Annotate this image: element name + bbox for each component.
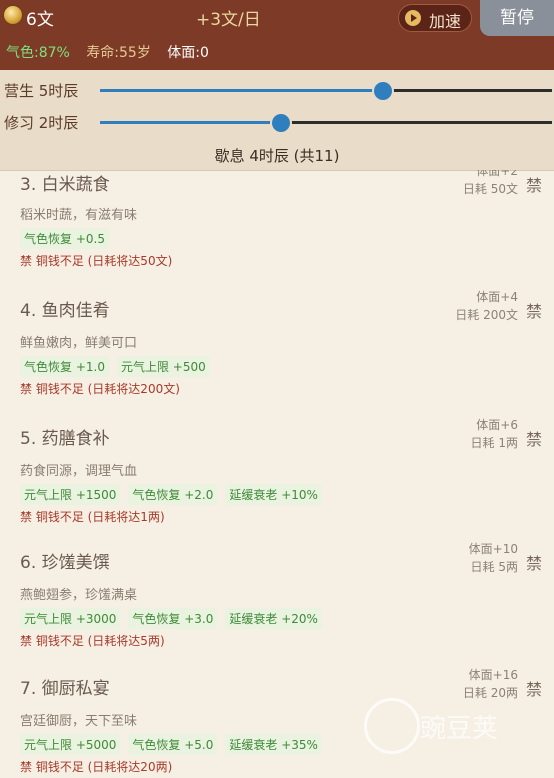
effect-tag: 元气上限 +500 <box>116 356 210 377</box>
insufficient-funds-warning: 禁 铜钱不足 (日耗将达200文) <box>20 382 180 396</box>
effect-tag: 元气上限 +5000 <box>20 734 121 755</box>
speed-up-label: 加速 <box>429 12 462 31</box>
watermark: 豌豆荚 <box>356 690 546 760</box>
item-title: 4. 鱼肉佳肴 <box>20 301 110 321</box>
item-dignity: 体面+6 <box>476 418 518 432</box>
effect-list: 元气上限 +1500 气色恢复 +2.0 延缓衰老 +10% <box>20 484 322 505</box>
insufficient-funds-warning: 禁 铜钱不足 (日耗将达50文) <box>20 254 173 268</box>
pause-button[interactable]: 暂停 <box>480 0 554 36</box>
stat-lifespan: 寿命:55岁 <box>86 45 151 61</box>
effect-list: 元气上限 +5000 气色恢复 +5.0 延缓衰老 +35% <box>20 734 322 755</box>
item-dignity: 体面+10 <box>468 542 518 556</box>
item-dignity: 体面+4 <box>476 290 518 304</box>
food-option-list[interactable]: 3. 白米蔬食 体面+2 日耗 50文 禁 稻米时蔬，有滋有味 气色恢复 +0.… <box>0 170 554 778</box>
item-title: 6. 珍馐美馔 <box>20 553 110 573</box>
work-hours-slider[interactable] <box>100 82 552 100</box>
status-bar: 6文 +3文/日 加速 暂停 气色:87% 寿命:55岁 体面:0 <box>0 0 554 70</box>
rest-hours-text: 歇息 4时辰 (共11) <box>214 147 340 165</box>
study-hours-fill <box>100 121 281 124</box>
effect-tag: 气色恢复 +1.0 <box>20 356 109 377</box>
insufficient-funds-warning: 禁 铜钱不足 (日耗将达20两) <box>20 760 173 774</box>
item-meta: 体面+2 日耗 50文 <box>463 170 518 198</box>
item-title: 5. 药膳食补 <box>20 429 110 449</box>
item-daily-cost: 日耗 50文 <box>462 182 518 196</box>
study-hours-label: 修习 2时辰 <box>4 114 79 132</box>
watermark-text: 豌豆荚 <box>420 714 499 744</box>
insufficient-funds-warning: 禁 铜钱不足 (日耗将达5两) <box>20 634 165 648</box>
forbidden-badge[interactable]: 禁 <box>526 298 542 322</box>
item-meta: 体面+6 日耗 1两 <box>471 416 518 452</box>
study-hours-thumb[interactable] <box>271 114 290 132</box>
speed-up-button[interactable]: 加速 <box>398 4 472 32</box>
effect-tag: 延缓衰老 +20% <box>225 608 322 629</box>
pea-pod-logo-icon <box>364 698 420 754</box>
item-meta: 体面+10 日耗 5两 <box>469 540 518 576</box>
income-rate: +3文/日 <box>196 10 261 30</box>
effect-tag: 气色恢复 +2.0 <box>128 484 218 505</box>
effect-tag: 气色恢复 +5.0 <box>128 734 218 755</box>
effect-list: 元气上限 +3000 气色恢复 +3.0 延缓衰老 +20% <box>20 608 322 629</box>
play-icon <box>405 10 421 26</box>
coin-count: 6文 <box>26 10 54 30</box>
work-hours-thumb[interactable] <box>373 82 392 100</box>
forbidden-badge[interactable]: 禁 <box>526 426 542 450</box>
effect-tag: 延缓衰老 +10% <box>225 484 322 505</box>
item-desc: 宫廷御厨，天下至味 <box>20 714 138 729</box>
stat-complexion: 气色:87% <box>6 45 70 61</box>
coin-icon <box>4 6 22 24</box>
stats-row: 气色:87% 寿命:55岁 体面:0 <box>6 42 221 62</box>
study-hours-slider[interactable] <box>100 114 552 132</box>
item-daily-cost: 日耗 200文 <box>455 308 518 322</box>
item-desc: 燕鲍翅参，珍馐满桌 <box>20 588 138 603</box>
insufficient-funds-warning: 禁 铜钱不足 (日耗将达1两) <box>20 510 165 524</box>
item-meta: 体面+4 日耗 200文 <box>455 288 518 324</box>
effect-tag: 气色恢复 +0.5 <box>20 228 109 249</box>
forbidden-badge[interactable]: 禁 <box>526 172 542 196</box>
forbidden-badge[interactable]: 禁 <box>526 550 542 574</box>
item-dignity: 体面+2 <box>476 170 518 178</box>
work-hours-label: 营生 5时辰 <box>4 82 79 100</box>
effect-list: 气色恢复 +0.5 <box>20 228 109 249</box>
effect-tag: 元气上限 +1500 <box>20 484 121 505</box>
item-desc: 鲜鱼嫩肉，鲜美可口 <box>20 336 138 351</box>
item-daily-cost: 日耗 1两 <box>470 436 518 450</box>
item-desc: 稻米时蔬，有滋有味 <box>20 208 138 223</box>
effect-tag: 元气上限 +3000 <box>20 608 121 629</box>
item-daily-cost: 日耗 5两 <box>470 560 518 574</box>
work-hours-fill <box>100 89 383 92</box>
item-desc: 药食同源，调理气血 <box>20 464 138 479</box>
item-title: 7. 御厨私宴 <box>20 679 110 699</box>
item-dignity: 体面+16 <box>468 668 518 682</box>
item-title: 3. 白米蔬食 <box>20 175 110 195</box>
stat-dignity: 体面:0 <box>167 45 209 61</box>
effect-tag: 延缓衰老 +35% <box>225 734 322 755</box>
schedule-panel: 营生 5时辰 修习 2时辰 歇息 4时辰 (共11) <box>0 70 554 171</box>
effect-tag: 气色恢复 +3.0 <box>128 608 218 629</box>
effect-list: 气色恢复 +1.0 元气上限 +500 <box>20 356 210 377</box>
